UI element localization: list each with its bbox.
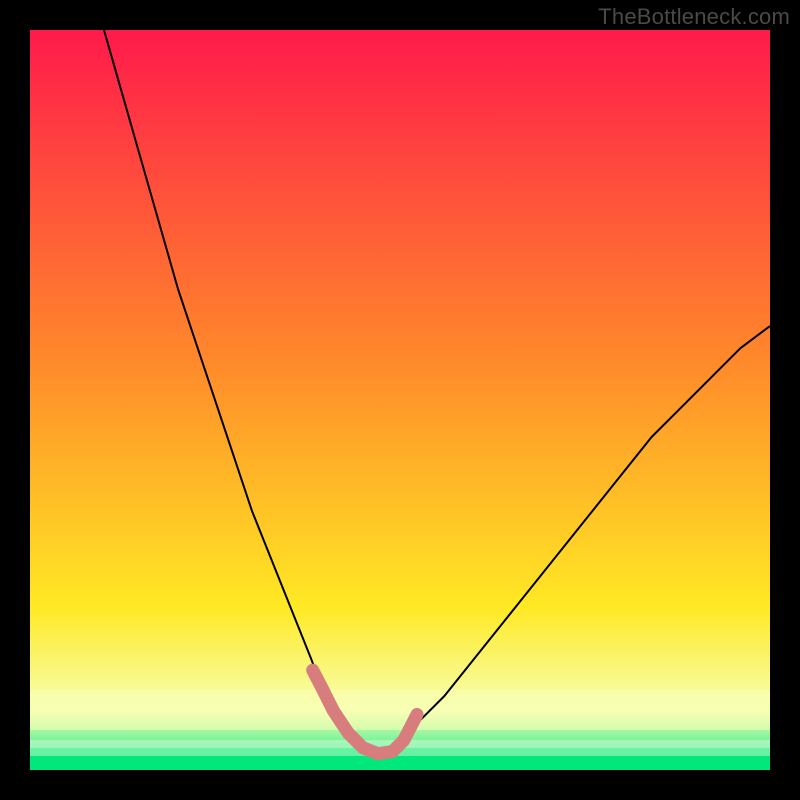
gradient-background	[30, 30, 770, 770]
chart-frame: TheBottleneck.com	[0, 0, 800, 800]
watermark-text: TheBottleneck.com	[598, 4, 790, 30]
chart-svg	[30, 30, 770, 770]
green-base	[30, 756, 770, 770]
plot-area	[30, 30, 770, 770]
pale-band	[30, 690, 770, 730]
